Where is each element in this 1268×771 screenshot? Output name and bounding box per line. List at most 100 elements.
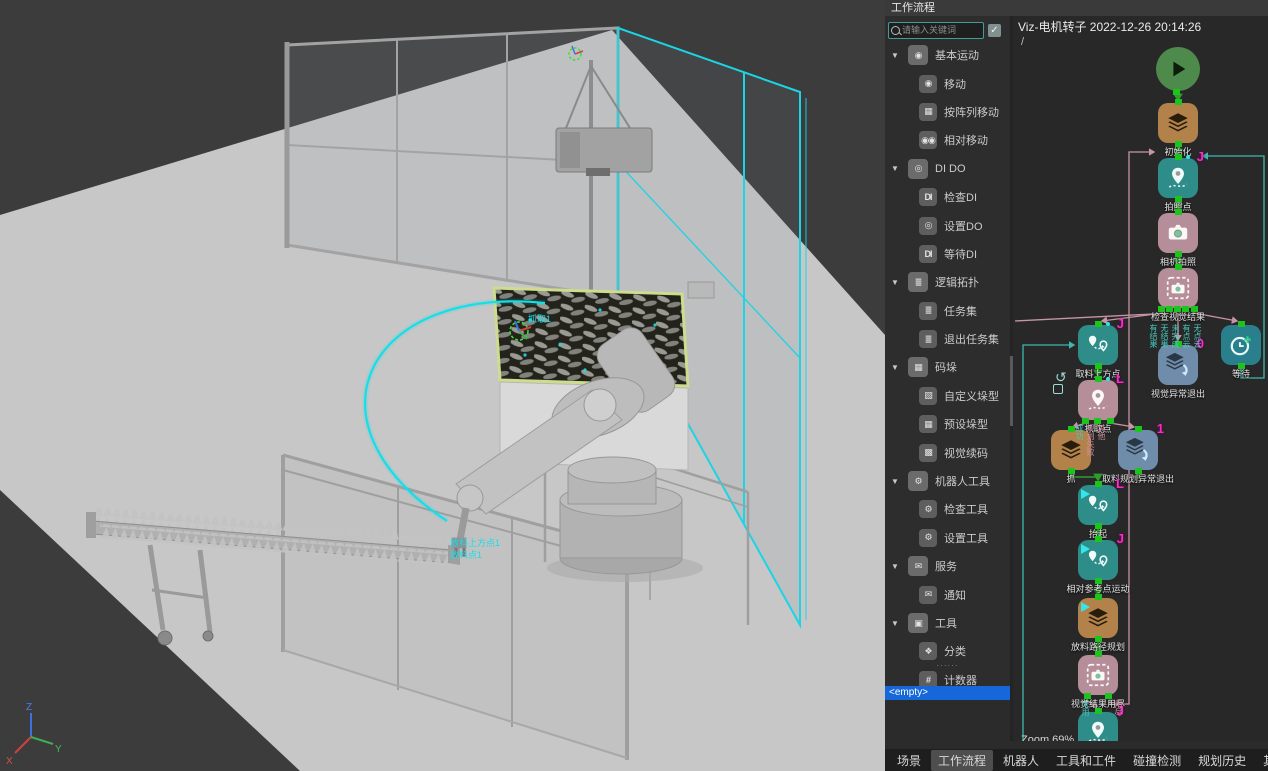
output-port[interactable] [1166, 306, 1173, 312]
expander-icon[interactable] [891, 363, 901, 372]
search-box[interactable] [888, 22, 984, 39]
node-pick-above-point[interactable]: J 取料上方点 [1078, 325, 1118, 365]
sidebar-item-exit-task-set[interactable]: ≣退出任务集 [885, 325, 1010, 353]
app-window: 抓取1 [0, 0, 1268, 771]
sidebar-item-palletizing[interactable]: ▦码垛 [885, 353, 1010, 381]
axis-z-label: Z [26, 702, 32, 713]
clock-plus-icon [1228, 332, 1254, 358]
output-port[interactable] [1084, 693, 1091, 699]
output-port[interactable] [1095, 363, 1102, 369]
search-input[interactable] [902, 25, 981, 35]
input-port[interactable] [1068, 426, 1075, 432]
node-pick-point[interactable]: L 抓取点 [1078, 380, 1118, 420]
input-port[interactable] [1095, 376, 1102, 382]
node-init[interactable]: 初始化 [1158, 103, 1198, 143]
tab-others[interactable]: 其他 [1256, 750, 1268, 771]
sidebar-item-custom-pallet[interactable]: ▧自定义垛型 [885, 382, 1010, 410]
input-port[interactable] [1175, 209, 1182, 215]
input-port[interactable] [1095, 321, 1102, 327]
output-port[interactable] [1175, 251, 1182, 257]
camera-dashed-icon [1085, 662, 1111, 688]
node-relative-ref-move[interactable]: J 相对参考点运动 [1078, 540, 1118, 580]
sidebar-item-task-set[interactable]: ≣任务集 [885, 297, 1010, 325]
node-wait[interactable]: 等待 [1221, 325, 1261, 365]
tab-scene[interactable]: 场景 [890, 750, 928, 771]
output-port[interactable] [1095, 578, 1102, 584]
node-start[interactable] [1156, 47, 1200, 91]
node-place-path-plan[interactable]: 放料路径规划 [1078, 598, 1118, 638]
sidebar-item-move-by-array[interactable]: ▦按阵列移动 [885, 98, 1010, 126]
output-port[interactable] [1173, 89, 1180, 95]
input-port[interactable] [1175, 99, 1182, 105]
sidebar-item-set-tool[interactable]: ⚙设置工具 [885, 524, 1010, 552]
output-port[interactable] [1175, 141, 1182, 147]
tab-workflow[interactable]: 工作流程 [931, 750, 993, 771]
output-port[interactable] [1191, 306, 1198, 312]
input-port[interactable] [1175, 264, 1182, 270]
output-port[interactable] [1174, 306, 1181, 312]
output-port[interactable] [1238, 363, 1245, 369]
input-port[interactable] [1095, 536, 1102, 542]
node-end[interactable]: J [1078, 712, 1118, 741]
sidebar-item-check-di[interactable]: DI检查DI [885, 183, 1010, 211]
sidebar-item-preset-pallet[interactable]: ▦预设垛型 [885, 410, 1010, 438]
pin-path-icon [1085, 719, 1111, 741]
output-port[interactable] [1175, 196, 1182, 202]
tab-robot[interactable]: 机器人 [996, 750, 1046, 771]
sidebar-item-service[interactable]: ✉服务 [885, 552, 1010, 580]
layers-exit-icon [1125, 437, 1151, 463]
sidebar-item-set-do[interactable]: ◎设置DO [885, 211, 1010, 239]
workflow-graph-canvas[interactable]: Viz-电机转子 2022-12-26 20:14:26 / [1013, 16, 1268, 741]
3d-viewport[interactable]: 抓取1 [0, 0, 885, 771]
expander-icon[interactable] [891, 562, 901, 571]
sidebar-item-notify[interactable]: ✉通知 [885, 580, 1010, 608]
sidebar-item-relative-move[interactable]: ◉◉相对移动 [885, 126, 1010, 154]
marker-dot [1186, 155, 1190, 159]
resize-handle[interactable]: ······ [885, 661, 1010, 670]
sidebar-item-di-do[interactable]: ◎DI DO [885, 155, 1010, 183]
tab-tools-workpieces[interactable]: 工具和工件 [1049, 750, 1123, 771]
node-pick-plan-error-exit[interactable]: 1 取料规划异常退出 [1118, 430, 1158, 470]
camera-dashed-icon [1165, 275, 1191, 301]
node-vision-error-exit[interactable]: 0 视觉异常退出 [1158, 345, 1198, 385]
input-port[interactable] [1175, 154, 1182, 160]
node-vision-result-used-up[interactable]: 视觉结果用尽 [1078, 655, 1118, 695]
output-port[interactable] [1105, 693, 1112, 699]
output-port[interactable] [1135, 468, 1142, 474]
input-port[interactable] [1095, 594, 1102, 600]
output-port[interactable] [1107, 418, 1114, 424]
sidebar-item-robot-tools[interactable]: ⚙机器人工具 [885, 467, 1010, 495]
node-lift[interactable]: L 抬起 [1078, 485, 1118, 525]
filter-checkbox[interactable]: ✓ [988, 24, 1001, 37]
workflow-panel: 工作流程 ✓ ◉基本运动 ◉移动 ▦按阵列移动 ◉◉相对移动 ◎DI DO DI… [885, 0, 1268, 771]
layers-icon: ≣ [908, 272, 928, 292]
sidebar-item-move[interactable]: ◉移动 [885, 69, 1010, 97]
input-port[interactable] [1238, 321, 1245, 327]
tab-collision-detection[interactable]: 碰撞检测 [1126, 750, 1188, 771]
expander-icon[interactable] [891, 619, 901, 628]
pin-to-pin-icon [1085, 332, 1111, 358]
sidebar-item-basic-motion[interactable]: ◉基本运动 [885, 41, 1010, 69]
node-camera-capture[interactable]: 相机拍照 [1158, 213, 1198, 253]
sidebar-item-check-tool[interactable]: ⚙检查工具 [885, 495, 1010, 523]
output-port[interactable] [1158, 306, 1165, 312]
sidebar-item-wait-di[interactable]: DI等待DI [885, 240, 1010, 268]
input-port[interactable] [1095, 651, 1102, 657]
input-port[interactable] [1095, 481, 1102, 487]
input-port[interactable] [1135, 426, 1142, 432]
output-port[interactable] [1095, 523, 1102, 529]
sidebar-item-vision-continue-pallet[interactable]: ▩视觉续码 [885, 438, 1010, 466]
expander-icon[interactable] [891, 51, 901, 60]
output-port[interactable] [1095, 636, 1102, 642]
output-port[interactable] [1182, 306, 1189, 312]
expander-icon[interactable] [891, 164, 901, 173]
expander-icon[interactable] [891, 278, 901, 287]
sidebar-item-logic-topology[interactable]: ≣逻辑拓扑 [885, 268, 1010, 296]
output-port[interactable] [1068, 468, 1075, 474]
selected-step-empty[interactable]: <empty> [885, 686, 1010, 700]
node-check-vision-result[interactable]: 检查视觉结果 [1158, 268, 1198, 308]
sidebar-item-tools[interactable]: ▣工具 [885, 609, 1010, 637]
node-photo-point[interactable]: J 拍照点 [1158, 158, 1198, 198]
expander-icon[interactable] [891, 477, 901, 486]
tab-plan-history[interactable]: 规划历史 [1191, 750, 1253, 771]
